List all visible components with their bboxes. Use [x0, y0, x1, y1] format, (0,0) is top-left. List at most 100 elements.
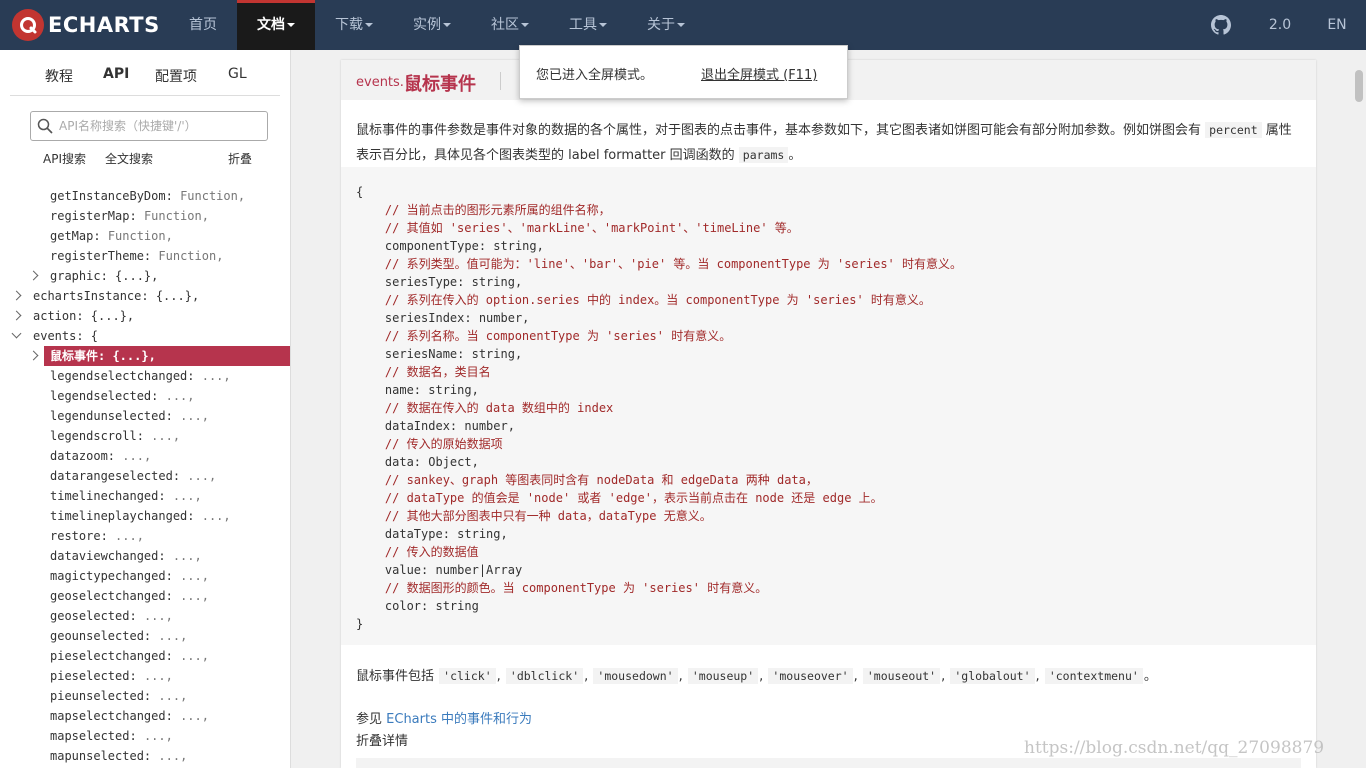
exit-fullscreen-link[interactable]: 退出全屏模式 (F11): [701, 64, 817, 83]
tree-item[interactable]: getInstanceByDom: Function,: [0, 186, 290, 206]
chevron-down-icon: [11, 328, 22, 339]
tree-item[interactable]: restore: ...,: [0, 526, 290, 546]
code-comment: // 系列名称。当 componentType 为 'series' 时有意义。: [356, 329, 732, 343]
tab-option[interactable]: 配置项: [155, 66, 197, 86]
details-box: [356, 758, 1301, 768]
chevron-right-icon: [11, 290, 22, 301]
nav-docs[interactable]: 文档: [237, 0, 315, 50]
nav-download[interactable]: 下载: [318, 0, 390, 50]
api-search-option[interactable]: API搜索: [43, 150, 86, 167]
nav-examples[interactable]: 实例: [396, 0, 468, 50]
tab-gl[interactable]: GL: [228, 66, 247, 82]
tree-item[interactable]: magictypechanged: ...,: [0, 566, 290, 586]
tree-item-action[interactable]: action: {...},: [0, 306, 290, 326]
collapse-all-button[interactable]: 折叠: [228, 150, 252, 167]
tree-item-echartsinstance[interactable]: echartsInstance: {...},: [0, 286, 290, 306]
tree-item[interactable]: geoselectchanged: ...,: [0, 586, 290, 606]
chevron-right-icon: [28, 270, 39, 281]
tree-item[interactable]: timelineplaychanged: ...,: [0, 506, 290, 526]
event-name: 'mousedown': [593, 668, 678, 684]
github-icon: [1211, 15, 1231, 35]
scrollbar-thumb[interactable]: [1355, 70, 1363, 102]
tree-item[interactable]: getMap: Function,: [0, 226, 290, 246]
tree-item[interactable]: datazoom: ...,: [0, 446, 290, 466]
code-comment: // 当前点击的图形元素所属的组件名称，: [356, 203, 611, 217]
tree-item[interactable]: mapselectchanged: ...,: [0, 706, 290, 726]
watermark: https://blog.csdn.net/qq_27098879: [1024, 738, 1325, 758]
code-comment: // 数据名，类目名: [356, 365, 491, 379]
tree-item[interactable]: mapunselected: ...,: [0, 746, 290, 766]
code-comment: // 数据图形的颜色。当 componentType 为 'series' 时有…: [356, 581, 768, 595]
echarts-logo-icon: [12, 9, 44, 41]
fulltext-search-option[interactable]: 全文搜索: [105, 150, 153, 167]
event-name: 'mouseout': [862, 668, 941, 684]
see-also: 参见 ECharts 中的事件和行为: [356, 712, 533, 727]
nav-lang[interactable]: EN: [1320, 0, 1354, 50]
doc-description: 鼠标事件的事件参数是事件对象的数据的各个属性，对于图表的点击事件，基本参数如下，…: [356, 122, 1292, 163]
event-name: 'mouseup': [687, 668, 759, 684]
top-navbar: ECHARTS 首页 文档 下载 实例 社区 工具 关于 2.0 EN: [0, 0, 1366, 50]
code-line: dataIndex: number,: [356, 419, 515, 433]
event-name: 'contextmenu': [1044, 668, 1143, 684]
page-scrollbar[interactable]: [1352, 60, 1366, 768]
tab-tutorial[interactable]: 教程: [45, 66, 73, 86]
tree-item[interactable]: registerMap: Function,: [0, 206, 290, 226]
echarts-logo[interactable]: ECHARTS: [12, 9, 160, 41]
tree-item[interactable]: datarangeselected: ...,: [0, 466, 290, 486]
tree-item[interactable]: geoselected: ...,: [0, 606, 290, 626]
tree-item[interactable]: mapselected: ...,: [0, 726, 290, 746]
event-name: 'globalout': [950, 668, 1035, 684]
event-name: 'dblclick': [505, 668, 584, 684]
code-comment: // 传入的原始数据项: [356, 437, 503, 451]
tree-item-graphic[interactable]: graphic: {...},: [0, 266, 290, 286]
tree-item[interactable]: legendscroll: ...,: [0, 426, 290, 446]
code-comment: // 其值如 'series'、'markLine'、'markPoint'、'…: [356, 221, 799, 235]
inline-code: params: [738, 147, 789, 163]
code-comment: // dataType 的值会是 'node' 或者 'edge'，表示当前点击…: [356, 491, 883, 505]
tree-item[interactable]: legendselected: ...,: [0, 386, 290, 406]
api-search-box[interactable]: [30, 111, 268, 141]
code-line: value: number|Array: [356, 563, 523, 577]
tree-item[interactable]: legendselectchanged: ...,: [0, 366, 290, 386]
events-doc-link[interactable]: ECharts 中的事件和行为: [386, 712, 532, 727]
tree-item[interactable]: pieunselected: ...,: [0, 686, 290, 706]
tree-item[interactable]: registerTheme: Function,: [0, 246, 290, 266]
tab-api[interactable]: API: [103, 66, 129, 82]
nav-version[interactable]: 2.0: [1262, 0, 1298, 50]
tree-item[interactable]: dataviewchanged: ...,: [0, 546, 290, 566]
code-line: data: Object,: [356, 455, 479, 469]
tree-item[interactable]: pieselected: ...,: [0, 666, 290, 686]
github-link[interactable]: [1206, 0, 1236, 50]
code-line: seriesType: string,: [356, 275, 523, 289]
tree-item[interactable]: pieselectchanged: ...,: [0, 646, 290, 666]
tree-item[interactable]: timelinechanged: ...,: [0, 486, 290, 506]
nav-tools[interactable]: 工具: [552, 0, 624, 50]
search-icon: [37, 118, 53, 134]
nav-home[interactable]: 首页: [173, 0, 233, 50]
tree-item-mouse-events[interactable]: 鼠标事件: {...},: [0, 346, 290, 366]
event-name: 'mouseover': [768, 668, 853, 684]
caret-down-icon: [677, 23, 685, 27]
divider: [10, 95, 280, 96]
api-search-input[interactable]: [57, 115, 261, 137]
code-line: }: [356, 617, 364, 631]
code-comment: // 其他大部分图表中只有一种 data，dataType 无意义。: [356, 509, 712, 523]
code-comment: // sankey、graph 等图表同时含有 nodeData 和 edgeD…: [356, 473, 818, 487]
tree-item[interactable]: geounselected: ...,: [0, 626, 290, 646]
inline-code: percent: [1205, 122, 1262, 138]
nav-community[interactable]: 社区: [474, 0, 546, 50]
tree-item-events[interactable]: events: {: [0, 326, 290, 346]
caret-down-icon: [365, 23, 373, 27]
collapse-details-toggle[interactable]: 折叠详情: [356, 730, 408, 749]
page-title: 鼠标事件: [404, 74, 476, 95]
event-name: 'click': [439, 668, 496, 684]
chevron-right-icon: [28, 350, 39, 361]
code-line: color: string: [356, 599, 479, 613]
caret-down-icon: [599, 23, 607, 27]
mouse-events-list: 鼠标事件包括 'click', 'dblclick', 'mousedown',…: [356, 668, 1157, 684]
nav-about[interactable]: 关于: [630, 0, 702, 50]
code-comment: // 数据在传入的 data 数组中的 index: [356, 401, 614, 415]
code-line: name: string,: [356, 383, 479, 397]
tree-item[interactable]: legendunselected: ...,: [0, 406, 290, 426]
fullscreen-notice: 您已进入全屏模式。 退出全屏模式 (F11): [519, 45, 848, 99]
